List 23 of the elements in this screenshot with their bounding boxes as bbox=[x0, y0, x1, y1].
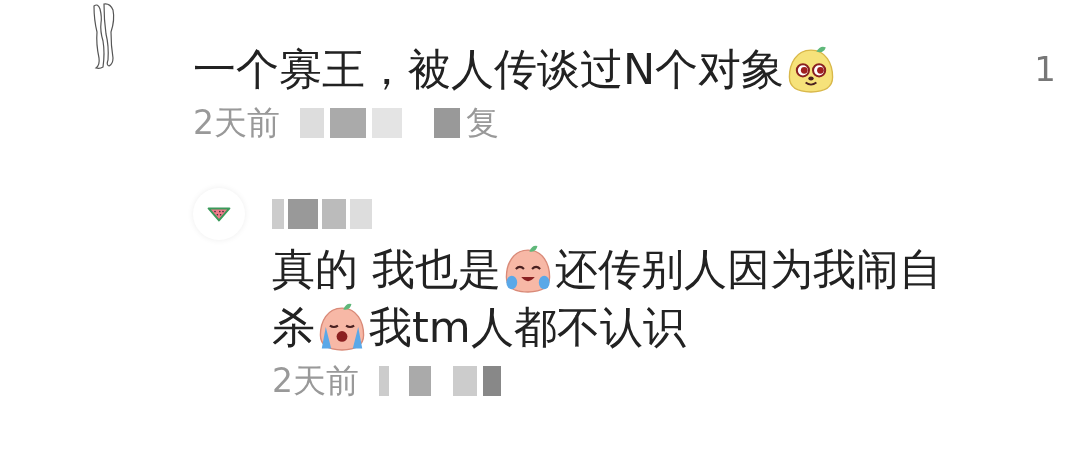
comment-text: 杀 bbox=[272, 301, 315, 354]
pixelated-block bbox=[453, 366, 477, 396]
reply-link[interactable]: 复 bbox=[466, 100, 499, 146]
timestamp: 2天前 bbox=[272, 359, 359, 402]
comment-text: 还传别人因为我闹自 bbox=[554, 243, 942, 296]
pixelated-block bbox=[300, 108, 324, 138]
pixelated-block bbox=[350, 199, 372, 229]
pixelated-block bbox=[288, 199, 318, 229]
pixelated-block bbox=[434, 108, 460, 138]
pixelated-block bbox=[409, 366, 431, 396]
pixelated-block bbox=[372, 108, 402, 138]
pixelated-block bbox=[272, 199, 284, 229]
watermelon-icon bbox=[207, 206, 231, 222]
pixelated-block bbox=[379, 366, 389, 396]
pixelated-block bbox=[322, 199, 346, 229]
user-avatar[interactable] bbox=[193, 188, 245, 240]
comment-text: 我tm人都不认识 bbox=[369, 301, 686, 354]
pixelated-block bbox=[483, 366, 501, 396]
comment-text: 真的 我也是 bbox=[272, 243, 501, 296]
pixelated-block bbox=[330, 108, 366, 138]
comment-text: 一个寡王，被人传谈过N个对象 bbox=[193, 43, 785, 96]
timestamp: 2天前 bbox=[193, 101, 280, 144]
like-count: 1 bbox=[1033, 48, 1057, 91]
